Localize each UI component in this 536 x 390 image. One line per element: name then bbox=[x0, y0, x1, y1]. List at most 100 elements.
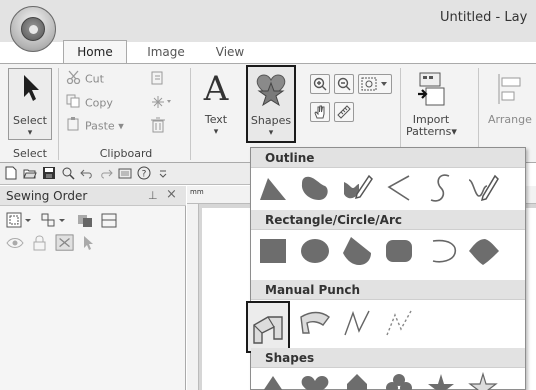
close-icon[interactable]: × bbox=[166, 187, 177, 202]
zoom-fit-icon[interactable] bbox=[358, 74, 392, 94]
arrange-icon bbox=[498, 74, 520, 104]
outline-blob-icon[interactable] bbox=[297, 170, 333, 206]
app-logo-icon bbox=[21, 17, 45, 41]
undo-icon[interactable] bbox=[80, 166, 94, 180]
section-header-rectangle-circle-arc: Rectangle/Circle/Arc bbox=[251, 210, 525, 230]
triangle-icon[interactable] bbox=[255, 370, 291, 390]
heart-icon[interactable] bbox=[297, 370, 333, 390]
vertical-ruler bbox=[187, 204, 199, 390]
punch-line-icon[interactable] bbox=[339, 305, 375, 341]
select-arrow-icon bbox=[24, 75, 39, 101]
cut-label: Cut bbox=[85, 72, 104, 86]
preview-icon[interactable] bbox=[61, 166, 75, 180]
pointer-icon[interactable] bbox=[80, 234, 96, 252]
duplicate-icon[interactable] bbox=[150, 94, 172, 110]
section-header-shapes: Shapes bbox=[251, 348, 525, 368]
view-eye-icon[interactable] bbox=[6, 234, 26, 252]
shapes-heart-star-icon bbox=[256, 74, 286, 107]
zoom-out-icon[interactable] bbox=[334, 74, 354, 94]
star-outline-icon[interactable] bbox=[465, 370, 501, 390]
punch-dashed-line-icon[interactable] bbox=[381, 305, 417, 341]
section-header-outline: Outline bbox=[251, 148, 525, 168]
paste-icon bbox=[66, 117, 82, 136]
window-title: Untitled - Lay bbox=[440, 10, 528, 25]
copy-button[interactable]: Copy bbox=[66, 94, 113, 110]
clover-icon[interactable] bbox=[381, 370, 417, 390]
text-button[interactable]: A Text ▾ bbox=[196, 68, 236, 140]
copy-label: Copy bbox=[85, 96, 113, 110]
paste-dropdown-chevron-icon: ▾ bbox=[114, 119, 124, 133]
import-patterns-button[interactable]: Import Patterns▾ bbox=[406, 68, 457, 140]
quick-access-toolbar: ? bbox=[0, 163, 260, 185]
sewing-order-header: Sewing Order ⊥ × bbox=[0, 186, 186, 206]
section-header-manual-punch: Manual Punch bbox=[251, 280, 525, 300]
shapes-button[interactable]: Shapes ▾ bbox=[246, 65, 296, 143]
paste-special-icon[interactable] bbox=[150, 70, 166, 86]
group-separator bbox=[190, 68, 191, 160]
paste-label: Paste bbox=[85, 119, 115, 133]
punch-curve-icon[interactable] bbox=[297, 305, 333, 341]
new-file-icon[interactable] bbox=[4, 166, 18, 180]
fan-icon[interactable] bbox=[339, 233, 375, 269]
sewing-order-panel: Sewing Order ⊥ × bbox=[0, 186, 186, 390]
house-icon[interactable] bbox=[339, 370, 375, 390]
move-to-front-icon[interactable] bbox=[76, 212, 96, 230]
display-icon[interactable] bbox=[118, 166, 132, 180]
import-patterns-icon bbox=[418, 72, 445, 106]
text-a-icon: A bbox=[203, 69, 229, 109]
lock-icon[interactable] bbox=[30, 234, 50, 252]
tab-image[interactable]: Image bbox=[138, 42, 194, 62]
help-icon[interactable]: ? bbox=[137, 166, 151, 180]
outline-curve-pencil-2-icon[interactable] bbox=[465, 170, 501, 206]
pin-icon[interactable]: ⊥ bbox=[148, 189, 158, 202]
rounded-rectangle-icon[interactable] bbox=[381, 233, 417, 269]
paste-button[interactable]: Paste ▾ bbox=[66, 117, 124, 133]
outline-curve-pencil-icon[interactable] bbox=[339, 170, 375, 206]
application-menu-button[interactable] bbox=[10, 6, 56, 52]
arrange-button[interactable]: Arrange bbox=[483, 68, 536, 140]
star-icon[interactable] bbox=[423, 370, 459, 390]
diamond-curve-icon[interactable] bbox=[465, 233, 501, 269]
ruler-unit-label: mm bbox=[190, 188, 204, 196]
shapes-button-label: Shapes bbox=[250, 114, 292, 127]
tab-view[interactable]: View bbox=[206, 42, 254, 62]
measure-icon[interactable] bbox=[334, 102, 354, 122]
no-sew-icon[interactable] bbox=[54, 234, 76, 252]
svg-text:?: ? bbox=[142, 170, 147, 180]
group-pattern-icon[interactable] bbox=[40, 212, 70, 230]
pan-hand-icon[interactable] bbox=[310, 102, 330, 122]
text-dropdown-chevron-icon: ▾ bbox=[213, 127, 219, 137]
group-separator bbox=[58, 68, 59, 160]
title-bar: Untitled - Lay bbox=[0, 0, 536, 42]
import-label-line2: Patterns▾ bbox=[406, 125, 457, 138]
tab-home[interactable]: Home bbox=[63, 40, 127, 64]
text-button-label: Text bbox=[204, 113, 228, 126]
select-group-label: Select bbox=[13, 147, 47, 160]
select-dropdown-chevron-icon: ▾ bbox=[27, 128, 33, 138]
open-folder-icon[interactable] bbox=[23, 166, 37, 180]
outline-polygon-icon[interactable] bbox=[255, 170, 291, 206]
import-label-patterns: Patterns bbox=[406, 125, 452, 138]
customize-toolbar-chevron-icon[interactable] bbox=[156, 166, 170, 180]
select-button-label: Select bbox=[13, 114, 47, 127]
shapes-dropdown-menu: Outline Rectangle/Circle/Arc Manual Punc… bbox=[246, 147, 526, 390]
punch-polygon-icon[interactable] bbox=[246, 301, 290, 353]
rectangle-icon[interactable] bbox=[255, 233, 291, 269]
cut-button[interactable]: Cut bbox=[66, 70, 104, 86]
outline-zigzag-icon[interactable] bbox=[381, 170, 417, 206]
redo-icon[interactable] bbox=[99, 166, 113, 180]
delete-icon[interactable] bbox=[150, 117, 166, 133]
frame-icon[interactable] bbox=[100, 212, 120, 230]
arc-icon[interactable] bbox=[423, 233, 459, 269]
save-icon[interactable] bbox=[42, 166, 56, 180]
arrange-button-label: Arrange bbox=[488, 113, 532, 126]
scissors-icon bbox=[66, 70, 82, 89]
zoom-in-icon[interactable] bbox=[310, 74, 330, 94]
select-button[interactable]: Select ▾ bbox=[8, 68, 52, 140]
sort-pattern-icon[interactable] bbox=[6, 212, 36, 230]
sewing-order-title: Sewing Order bbox=[6, 189, 88, 203]
import-dropdown-chevron-icon: ▾ bbox=[451, 125, 457, 138]
outline-s-curve-icon[interactable] bbox=[423, 170, 459, 206]
clipboard-group-label: Clipboard bbox=[99, 147, 153, 160]
ellipse-icon[interactable] bbox=[297, 233, 333, 269]
